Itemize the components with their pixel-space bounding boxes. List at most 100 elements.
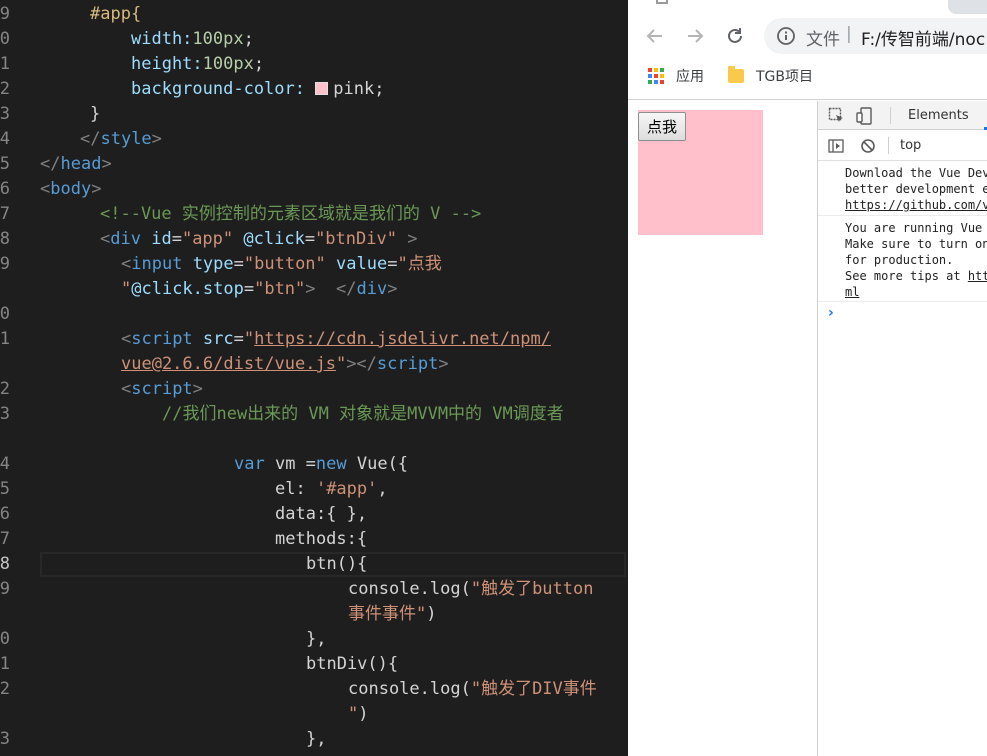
code-line-script-src-wrap[interactable]: vue@2.6.6/dist/vue.js"></script> — [121, 352, 449, 377]
code-line-log2[interactable]: console.log("触发了DIV事件 — [348, 677, 597, 702]
code-line-style-close[interactable]: </style> — [80, 127, 162, 152]
message-text: Make sure to turn on — [845, 237, 987, 251]
message-text: You are running Vue — [845, 221, 983, 235]
reload-button[interactable] — [721, 22, 749, 50]
tag-name: script — [131, 379, 193, 399]
tag-name: script — [376, 354, 439, 374]
attr-eq: = — [243, 279, 255, 299]
line-number: 9 — [0, 4, 10, 24]
forward-button[interactable] — [681, 22, 709, 50]
url-separator: | — [846, 24, 852, 44]
url-text[interactable]: F:/传智前端/noc — [861, 25, 985, 50]
method-name: btnDiv(){ — [306, 654, 399, 674]
attr-name: value — [336, 254, 388, 274]
code-line-css-close[interactable]: } — [90, 102, 100, 127]
url-scheme-label: 文件 — [806, 30, 840, 50]
console-message: You are running Vue Make sure to turn on… — [845, 220, 987, 300]
message-text: See more tips at — [845, 269, 968, 283]
message-text: for production. — [845, 253, 954, 267]
css-value: 100px — [202, 54, 254, 74]
console-prompt-icon[interactable]: › — [828, 305, 834, 321]
code-line-background[interactable]: background-color: pink; — [131, 77, 384, 102]
line-number: 1 — [0, 329, 10, 349]
line-number: 3 — [0, 404, 10, 424]
attr-eq: = — [171, 229, 182, 249]
punctuation: , — [377, 479, 388, 499]
code-line-vm-decl[interactable]: var vm =new Vue({ — [234, 452, 408, 477]
message-link[interactable]: ml — [845, 285, 859, 299]
call-expr: console.log( — [348, 679, 471, 699]
css-close-brace: } — [90, 104, 101, 124]
code-line-js-comment[interactable]: //我们new出来的 VM 对象就是MVVM中的 VM调度者 — [162, 402, 564, 427]
code-line-btn-close[interactable]: }, — [306, 627, 326, 652]
code-line-btn-fn[interactable]: btn(){ — [306, 552, 367, 577]
css-property: height: — [131, 54, 203, 74]
attr-quote: " — [335, 354, 347, 374]
url-link[interactable]: https://cdn.jsdelivr.net/npm/ — [254, 329, 551, 349]
code-line-input[interactable]: <input type="button" value="点我 — [121, 252, 442, 277]
code-line-data[interactable]: data:{ }, — [275, 502, 367, 527]
keyword: new — [315, 454, 347, 474]
html-comment: <!--Vue 实例控制的元素区域就是我们的 V --> — [100, 204, 482, 224]
code-line-log1[interactable]: console.log("触发了button — [348, 577, 593, 602]
block-close: }, — [306, 729, 327, 749]
line-number: 6 — [0, 504, 10, 524]
code-line-methods[interactable]: methods:{ — [275, 527, 367, 552]
code-line-div-open[interactable]: <div id="app" @click="btnDiv" > — [100, 227, 417, 252]
info-icon[interactable] — [776, 26, 796, 46]
code-editor[interactable]: 9 0 1 2 3 4 5 6 7 8 9 0 1 2 3 4 5 6 7 8 … — [0, 0, 628, 756]
code-line-btndiv-fn[interactable]: btnDiv(){ — [306, 652, 398, 677]
bookmark-label: 应用 — [676, 69, 704, 85]
attr-value: "button" — [243, 254, 326, 274]
tag-name: div — [110, 229, 141, 249]
sidebar-toggle-icon[interactable] — [828, 138, 844, 154]
toolbar-divider — [888, 137, 889, 154]
context-selector[interactable]: top — [900, 138, 921, 153]
code-line-btndiv-close[interactable]: }, — [306, 727, 326, 752]
tab-icon[interactable] — [656, 0, 668, 4]
line-number: 2 — [0, 379, 10, 399]
code-line-script-src[interactable]: <script src="https://cdn.jsdelivr.net/np… — [121, 327, 551, 352]
attr-value: " — [121, 279, 132, 299]
message-link[interactable]: htt — [968, 269, 987, 283]
code-line-head-close[interactable]: </head> — [40, 152, 112, 177]
tab-elements[interactable]: Elements — [908, 108, 969, 123]
code-line-el[interactable]: el: '#app', — [275, 477, 388, 502]
code-line-html-comment[interactable]: <!--Vue 实例控制的元素区域就是我们的 V --> — [100, 202, 481, 227]
string-literal: " — [348, 704, 359, 724]
inspect-element-icon[interactable] — [828, 107, 846, 125]
color-swatch-icon[interactable] — [315, 82, 329, 95]
code-line-body-open[interactable]: <body> — [40, 177, 101, 202]
device-toolbar-icon[interactable] — [856, 107, 874, 125]
attr-name: @click — [243, 229, 305, 249]
url-link[interactable]: vue@2.6.6/dist/vue.js — [121, 354, 336, 374]
message-divider — [818, 301, 987, 302]
code-line-script-open[interactable]: <script> — [121, 377, 203, 402]
code-line-width[interactable]: width:100px; — [131, 27, 254, 52]
line-number: 0 — [0, 629, 10, 649]
address-bar[interactable]: 文件 | F:/传智前端/noc — [764, 18, 987, 54]
code-line-height[interactable]: height:100px; — [131, 52, 264, 77]
css-semicolon: ; — [243, 29, 254, 49]
code-line-log1-wrap[interactable]: 事件事件") — [348, 602, 437, 627]
bookmark-apps[interactable]: 应用 — [648, 66, 704, 86]
line-number: 2 — [0, 679, 10, 699]
message-link[interactable]: https://github.com/v — [845, 198, 987, 212]
tag-name: head — [60, 154, 102, 174]
message-text: better development e — [845, 182, 987, 196]
back-button[interactable] — [641, 22, 669, 50]
click-me-button[interactable]: 点我 — [638, 112, 687, 141]
code-line-css-selector[interactable]: #app{ — [90, 2, 141, 27]
attr-quote: " — [243, 329, 255, 349]
attr-eq: = — [304, 229, 316, 249]
line-number: 4 — [0, 454, 10, 474]
bookmark-tgb[interactable]: TGB项目 — [728, 66, 813, 86]
code-line-input-wrap[interactable]: "@click.stop="btn"> </div> — [121, 277, 397, 302]
object-key: methods:{ — [275, 529, 368, 549]
string-literal: 事件事件" — [348, 604, 427, 624]
attr-name: id — [151, 229, 172, 249]
clear-console-icon[interactable] — [860, 138, 876, 154]
code-line-log2-wrap[interactable]: ") — [348, 702, 369, 727]
css-semicolon: ; — [374, 79, 385, 99]
css-semicolon: ; — [253, 54, 265, 74]
